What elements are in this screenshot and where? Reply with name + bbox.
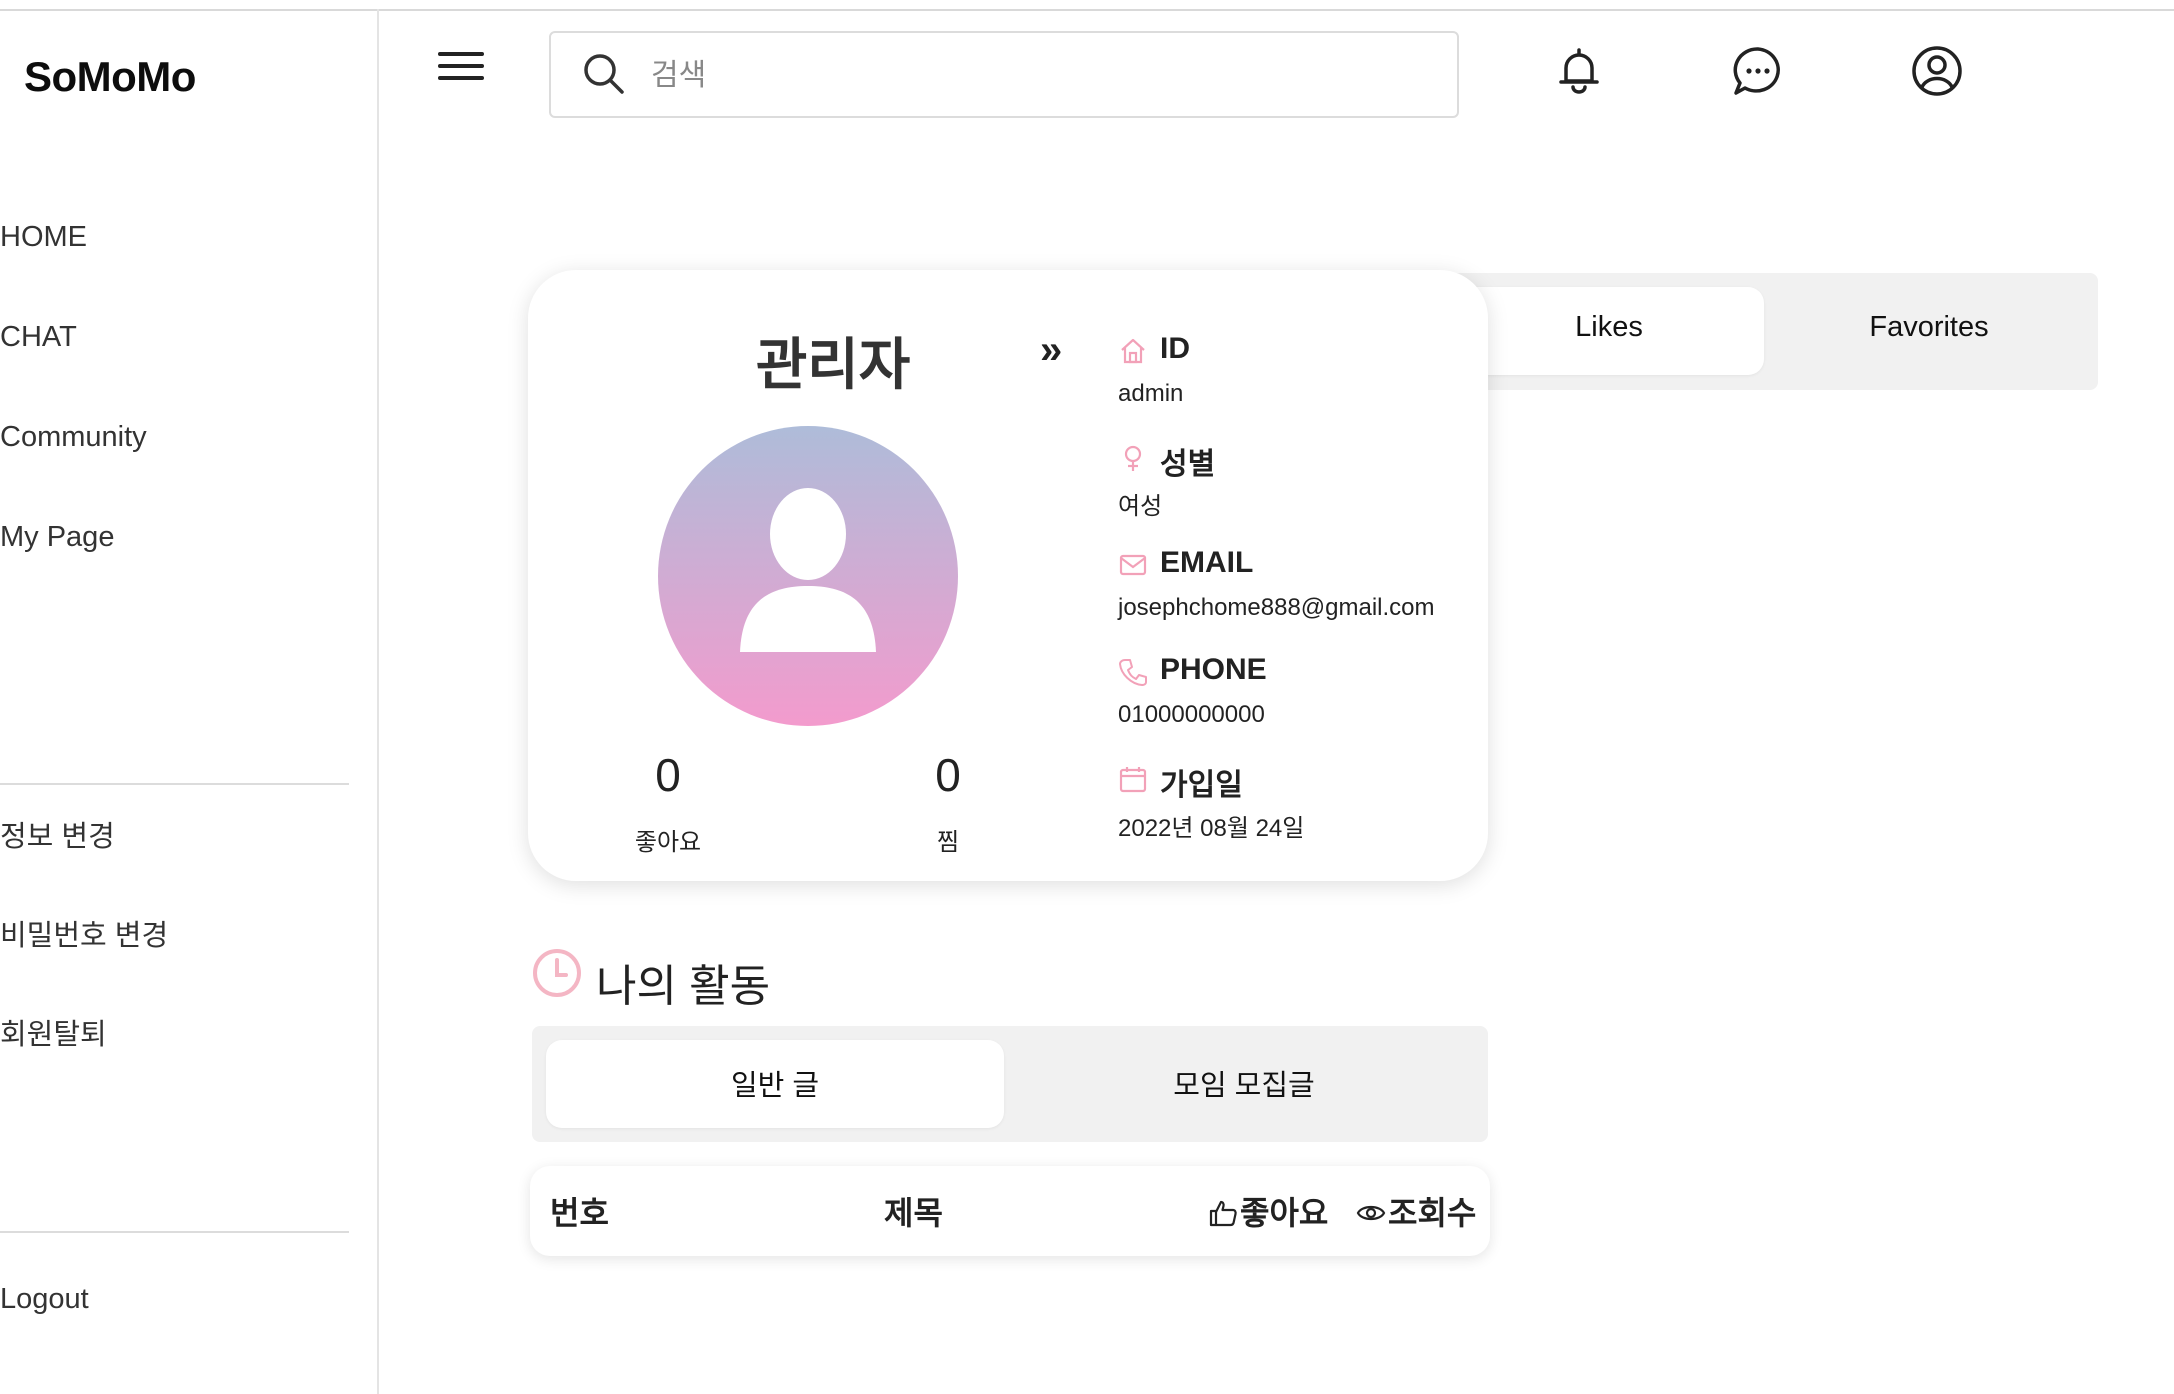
nav-item-community[interactable]: Community	[0, 421, 147, 454]
eye-icon	[1356, 1205, 1386, 1221]
tab-meetup-posts[interactable]: 모임 모집글	[1014, 1062, 1474, 1104]
mail-icon	[1119, 554, 1147, 576]
likes-favorites-tabs: Likes Favorites	[1440, 273, 2098, 390]
info-label-phone: PHONE	[1160, 653, 1267, 686]
calendar-icon	[1119, 767, 1147, 793]
user-silhouette-icon	[740, 488, 876, 652]
thumbs-up-icon	[1209, 1200, 1237, 1227]
favorites-count: 0	[935, 749, 961, 801]
nav-item-chat[interactable]: CHAT	[0, 321, 77, 354]
search-icon	[584, 54, 624, 94]
tab-favorites[interactable]: Favorites	[1774, 311, 2084, 344]
favorites-count-label: 찜	[936, 829, 960, 856]
info-label-id: ID	[1160, 332, 1190, 365]
nav-item-withdraw[interactable]: 회원탈퇴	[0, 1011, 107, 1053]
nav-item-change-password[interactable]: 비밀번호 변경	[0, 912, 168, 954]
logout-link[interactable]: Logout	[0, 1283, 89, 1316]
expand-chevron-icon[interactable]: »	[1040, 328, 1062, 373]
sidebar-divider	[0, 1231, 349, 1233]
activity-title: 나의 활동	[596, 962, 771, 1011]
home-icon	[1121, 338, 1145, 364]
nav-item-edit-info[interactable]: 정보 변경	[0, 813, 115, 855]
app-logo[interactable]: SoMoMo	[24, 53, 196, 101]
info-label-gender: 성별	[1160, 448, 1216, 481]
tab-likes[interactable]: Likes	[1454, 311, 1764, 344]
bell-icon[interactable]	[1552, 44, 1606, 98]
column-header-number[interactable]: 번호	[550, 1188, 609, 1234]
user-circle-icon[interactable]	[1910, 44, 1964, 98]
info-label-email: EMAIL	[1160, 546, 1254, 579]
female-icon	[1124, 445, 1142, 471]
info-value-gender: 여성	[1118, 493, 1163, 520]
profile-card: 관리자 0 좋아요 0 찜 » ID admin 성별 여성 EMAIL jos…	[528, 270, 1488, 881]
column-header-likes[interactable]: 좋아요	[1240, 1188, 1328, 1234]
profile-name: 관리자	[755, 333, 911, 396]
nav-item-my-page[interactable]: My Page	[0, 521, 114, 554]
avatar[interactable]	[658, 426, 958, 726]
tab-general-posts[interactable]: 일반 글	[546, 1062, 1004, 1104]
info-value-phone: 01000000000	[1118, 701, 1265, 728]
activity-table-header: 번호 제목 좋아요 조회수	[530, 1166, 1490, 1256]
column-header-views[interactable]: 조회수	[1388, 1188, 1476, 1234]
chat-bubble-icon[interactable]	[1731, 44, 1785, 98]
activity-tabs: 일반 글 모임 모집글	[532, 1026, 1488, 1142]
column-header-title[interactable]: 제목	[884, 1188, 943, 1234]
info-value-id: admin	[1118, 380, 1184, 407]
info-value-join-date: 2022년 08월 24일	[1118, 815, 1305, 842]
sidebar: SoMoMo HOME CHAT Community My Page 정보 변경…	[0, 9, 379, 1394]
search-bar	[549, 31, 1459, 118]
sidebar-divider	[0, 783, 349, 785]
info-label-join-date: 가입일	[1160, 769, 1243, 802]
clock-icon	[533, 949, 581, 997]
menu-icon[interactable]	[438, 52, 484, 86]
nav-item-home[interactable]: HOME	[0, 221, 87, 254]
info-value-email: josephchome888@gmail.com	[1118, 594, 1435, 621]
search-input[interactable]	[649, 47, 1433, 105]
likes-count: 0	[655, 749, 681, 801]
likes-count-label: 좋아요	[634, 829, 702, 856]
phone-icon	[1119, 659, 1147, 686]
